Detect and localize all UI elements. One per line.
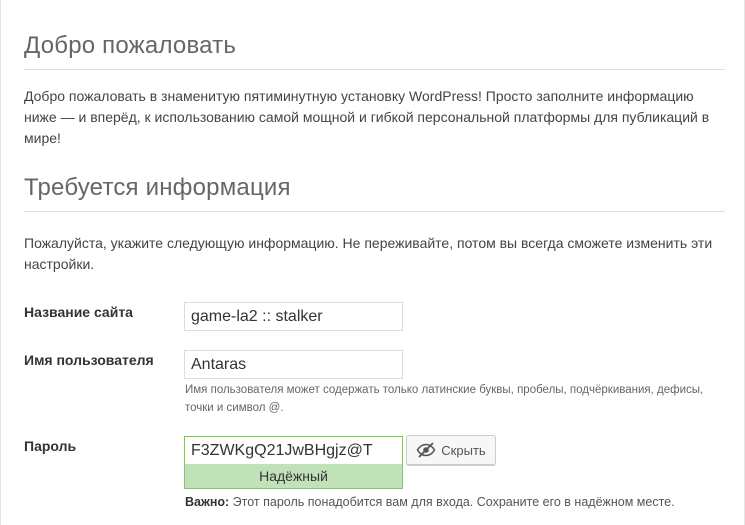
welcome-heading: Добро пожаловать <box>24 32 237 59</box>
info-text: Пожалуйста, укажите следующую информацию… <box>24 235 713 272</box>
welcome-text: Добро пожаловать в знаменитую пятиминутн… <box>24 88 710 146</box>
eye-slash-icon <box>416 442 436 458</box>
password-input[interactable] <box>184 436 403 465</box>
site-title-input[interactable] <box>184 302 403 331</box>
hide-password-label: Скрыть <box>441 442 486 458</box>
username-hint: Имя пользователя может содержать только … <box>185 384 704 414</box>
password-note-text: Этот пароль понадобится вам для входа. С… <box>229 495 675 509</box>
info-heading: Требуется информация <box>24 174 291 201</box>
welcome-divider <box>24 69 725 70</box>
username-input[interactable] <box>184 350 403 379</box>
install-panel: Добро пожаловать Добро пожаловать в знам… <box>0 0 745 525</box>
username-label: Имя пользователя <box>24 352 154 368</box>
hide-password-button[interactable]: Скрыть <box>406 435 496 465</box>
password-label: Пароль <box>24 438 77 454</box>
password-note-strong: Важно: <box>185 495 230 509</box>
info-divider <box>24 211 725 212</box>
site-title-label: Название сайта <box>24 304 133 320</box>
password-strength-meter: Надёжный <box>184 464 403 489</box>
password-note: Важно: Этот пароль понадобится вам для в… <box>185 495 675 509</box>
